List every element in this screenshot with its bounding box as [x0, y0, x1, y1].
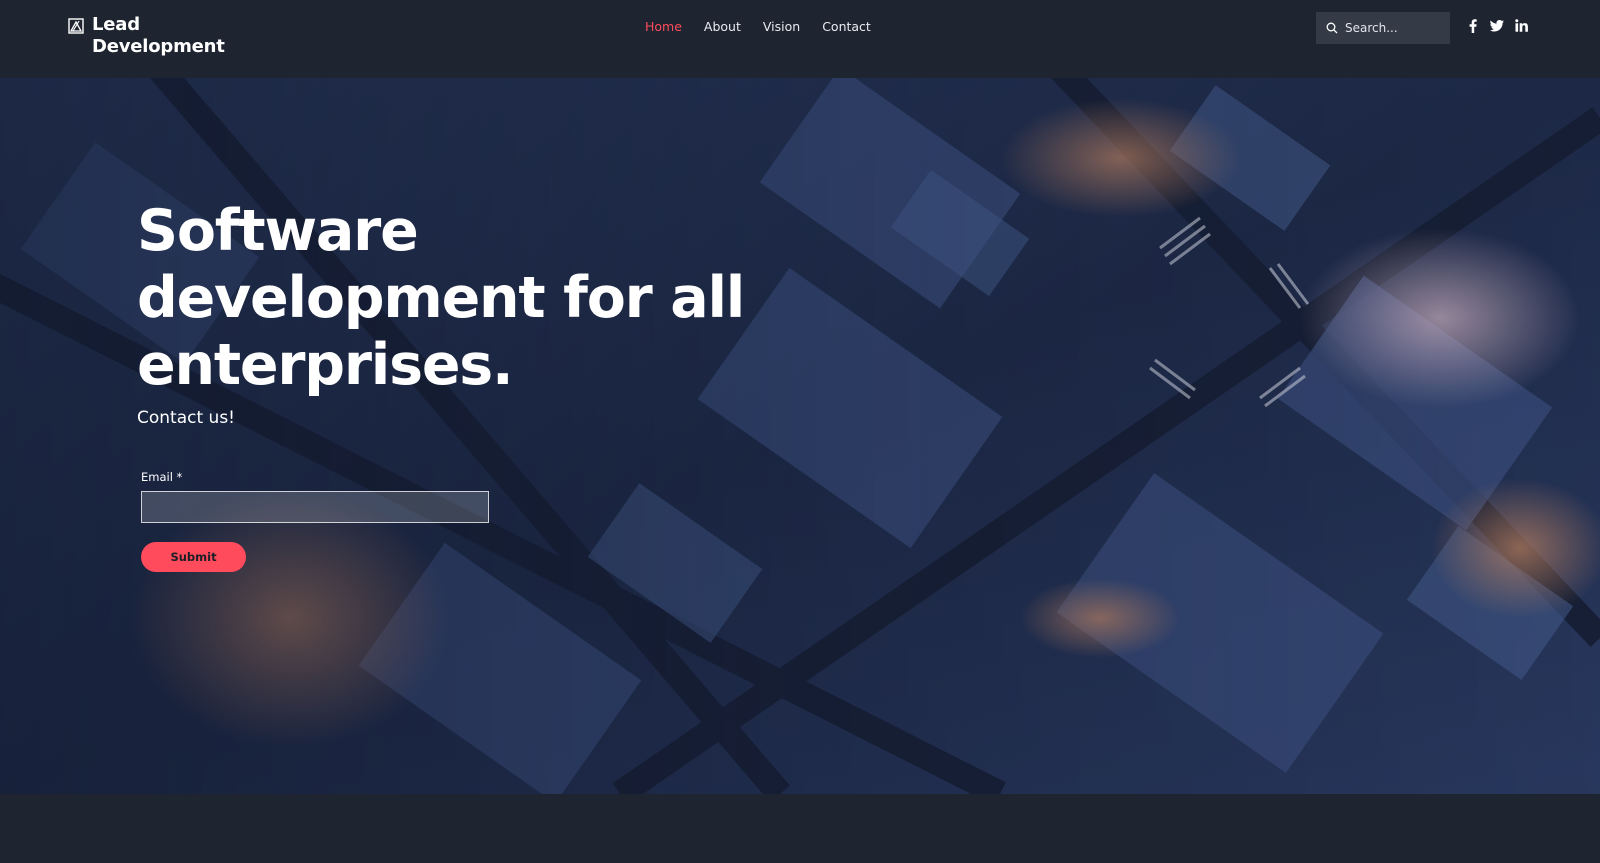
email-field[interactable]	[141, 491, 489, 523]
site-logo[interactable]: Lead Development	[68, 14, 225, 58]
brand-line-1: Lead	[92, 14, 140, 35]
headline-line-3: enterprises.	[137, 332, 514, 398]
nav-home[interactable]: Home	[645, 18, 682, 36]
headline-line-1: Software	[137, 198, 419, 264]
headline-line-2: development for all	[137, 265, 745, 331]
hero-overlay	[0, 78, 1600, 794]
search-icon	[1326, 22, 1338, 34]
logo-icon	[68, 18, 84, 34]
social-links	[1466, 18, 1528, 33]
nav-contact[interactable]: Contact	[822, 18, 871, 36]
search-input[interactable]	[1345, 21, 1445, 35]
linkedin-icon[interactable]	[1514, 18, 1528, 33]
facebook-icon[interactable]	[1466, 18, 1480, 33]
email-label: Email *	[141, 470, 183, 484]
brand-name: Lead Development	[92, 14, 225, 58]
hero-section: Software development for all enterprises…	[0, 78, 1600, 794]
twitter-icon[interactable]	[1490, 18, 1504, 33]
brand-line-2: Development	[92, 36, 225, 57]
main-nav: Home About Vision Contact	[645, 18, 893, 36]
nav-about[interactable]: About	[704, 18, 741, 36]
site-header: Lead Development Home About Vision Conta…	[0, 0, 1600, 78]
search-box[interactable]	[1316, 12, 1450, 44]
hero-headline: Software development for all enterprises…	[137, 198, 777, 399]
nav-vision[interactable]: Vision	[763, 18, 800, 36]
contact-subheading: Contact us!	[137, 408, 235, 428]
submit-button[interactable]: Submit	[141, 542, 246, 572]
